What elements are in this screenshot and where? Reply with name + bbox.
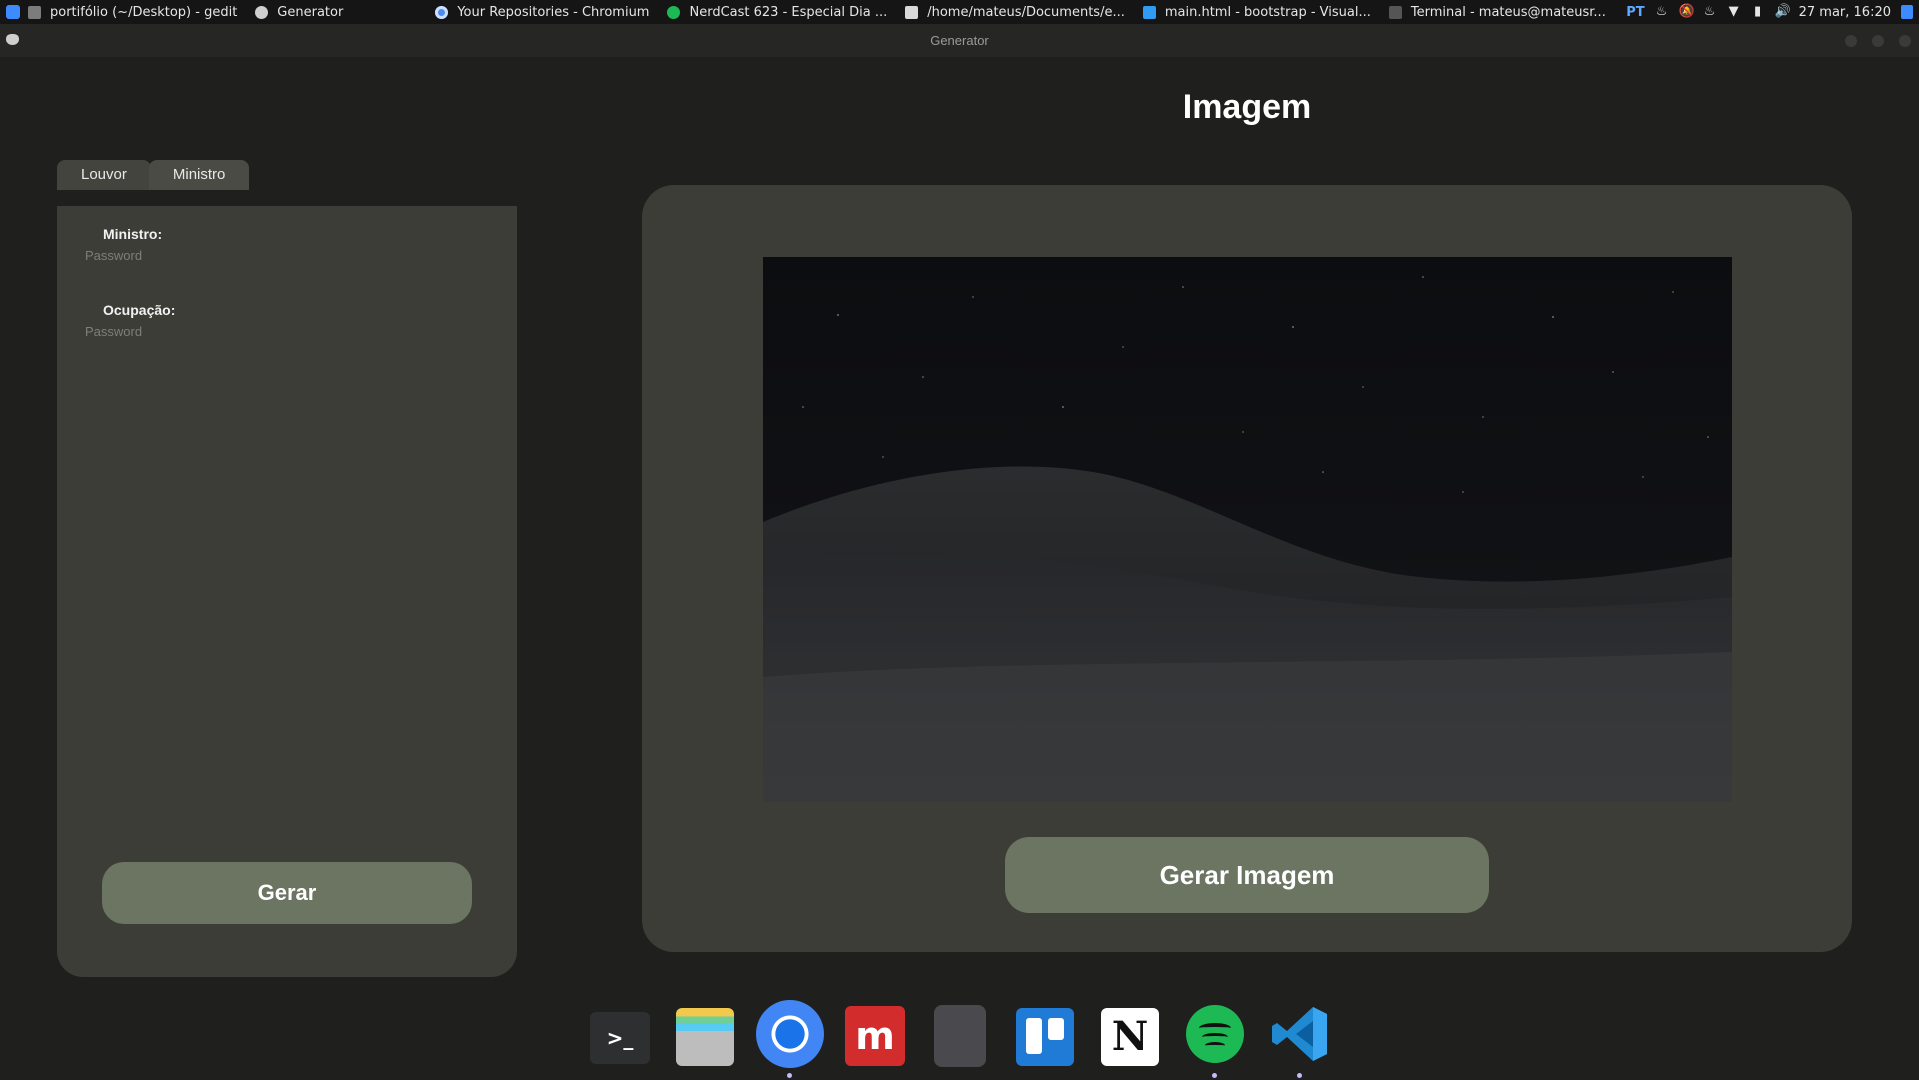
flame-icon[interactable]: ♨ <box>1703 5 1717 19</box>
terminal-app-icon[interactable]: >_ <box>586 1000 654 1068</box>
taskbar-item-chromium[interactable]: Your Repositories - Chromium <box>435 5 649 20</box>
mega-app-icon[interactable]: m <box>841 1000 909 1068</box>
taskbar-item-terminal[interactable]: Terminal - mateus@mateusr... <box>1388 4 1606 20</box>
notion-app-icon[interactable]: N <box>1096 1000 1164 1068</box>
vscode-app-icon[interactable] <box>1266 1000 1334 1078</box>
ebook-app-icon[interactable] <box>926 1000 994 1068</box>
night-field-image <box>763 257 1732 802</box>
taskbar-item-generator[interactable]: Generator <box>255 5 343 20</box>
ocupacao-input[interactable] <box>85 324 445 339</box>
taskbar-item-gedit[interactable]: portifólio (~/Desktop) - gedit <box>28 5 237 20</box>
window-titlebar[interactable]: Generator <box>0 24 1919 57</box>
spotify-app-icon[interactable] <box>1181 1000 1249 1078</box>
close-button[interactable] <box>1899 35 1911 47</box>
generator-icon <box>255 5 269 19</box>
form-tabs: Louvor Ministro <box>57 160 250 190</box>
app-dock: >_ m N <box>586 1000 1334 1078</box>
tab-ministro[interactable]: Ministro <box>148 160 250 190</box>
terminal-icon <box>1388 5 1402 19</box>
system-top-panel: portifólio (~/Desktop) - gedit Generator… <box>0 0 1919 24</box>
taskbar-item-label: Terminal - mateus@mateusr... <box>1410 4 1606 20</box>
taskbar-item-label: portifólio (~/Desktop) - gedit <box>50 4 238 20</box>
gedit-icon <box>28 5 41 19</box>
window-title: Generator <box>930 33 989 48</box>
generated-image <box>763 257 1732 802</box>
tab-louvor[interactable]: Louvor <box>57 160 151 190</box>
form-panel: Ministro: Ocupação: Gerar <box>57 206 517 977</box>
taskbar-item-label: NerdCast 623 - Especial Dia ... <box>689 4 888 20</box>
folder-icon <box>905 5 919 19</box>
spotify-icon <box>667 5 681 19</box>
chromium-app-icon[interactable] <box>756 1000 824 1078</box>
taskbar-item-label: main.html - bootstrap - Visual... <box>1164 4 1371 20</box>
os-menu-icon[interactable] <box>6 5 20 19</box>
taskbar-item-files[interactable]: /home/mateus/Documents/e... <box>905 5 1125 20</box>
ocupacao-label: Ocupação: <box>103 302 176 318</box>
taskbar-item-label: /home/mateus/Documents/e... <box>927 4 1125 20</box>
page-title: Imagem <box>1182 88 1312 126</box>
taskbar-item-label: Your Repositories - Chromium <box>457 4 650 20</box>
ministro-field-group: Ministro: <box>85 226 445 263</box>
files-app-icon[interactable] <box>671 1000 739 1068</box>
app-window-icon <box>6 34 19 45</box>
flame-icon[interactable]: ♨ <box>1655 5 1669 19</box>
ocupacao-field-group: Ocupação: <box>85 302 445 339</box>
battery-icon[interactable]: ▮ <box>1751 5 1765 19</box>
chromium-icon <box>435 5 449 19</box>
vscode-logo <box>1272 1007 1327 1061</box>
wifi-icon[interactable]: ▼ <box>1727 5 1741 19</box>
gerar-button[interactable]: Gerar <box>102 862 472 924</box>
notifications-muted-icon[interactable]: 🔕 <box>1679 5 1695 19</box>
taskbar-item-vscode[interactable]: main.html - bootstrap - Visual... <box>1142 4 1371 20</box>
keyboard-layout-indicator[interactable]: PT <box>1626 5 1644 20</box>
clock[interactable]: 27 mar, 16:20 <box>1799 5 1891 20</box>
trello-app-icon[interactable] <box>1011 1000 1079 1068</box>
volume-icon[interactable]: 🔊 <box>1775 5 1791 19</box>
maximize-button[interactable] <box>1872 35 1884 47</box>
ministro-input[interactable] <box>85 248 445 263</box>
system-tray: PT ♨ 🔕 ♨ ▼ ▮ 🔊 27 mar, 16:20 <box>1626 0 1919 24</box>
taskbar-item-spotify[interactable]: NerdCast 623 - Especial Dia ... <box>667 5 887 20</box>
image-panel: Gerar Imagem <box>642 185 1852 952</box>
minimize-button[interactable] <box>1845 35 1857 47</box>
show-desktop-icon[interactable] <box>1901 5 1913 19</box>
gerar-imagem-button[interactable]: Gerar Imagem <box>1005 837 1489 913</box>
vscode-icon <box>1142 5 1156 19</box>
ministro-label: Ministro: <box>103 226 163 242</box>
taskbar-item-label: Generator <box>277 4 344 20</box>
